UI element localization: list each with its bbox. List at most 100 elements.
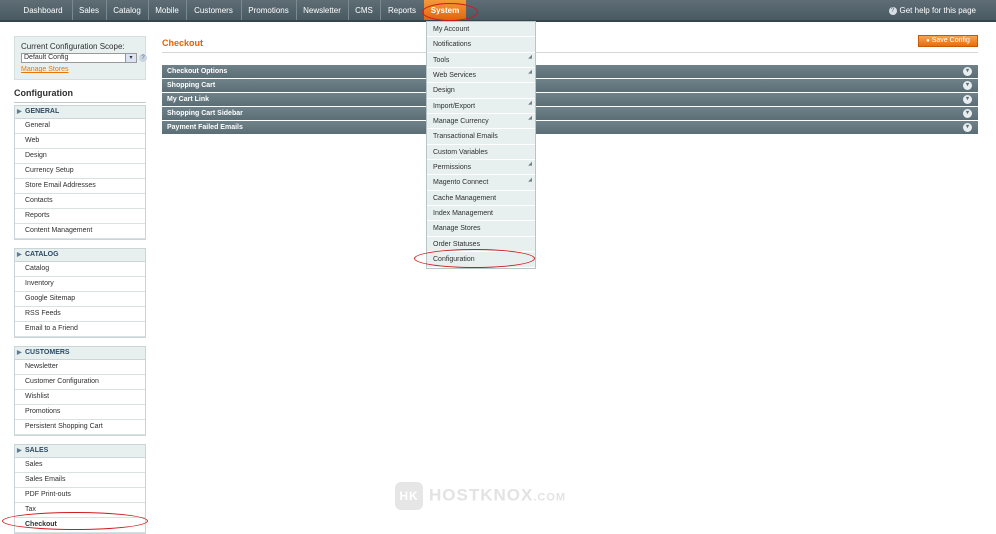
sidebar-title: Configuration (14, 88, 73, 98)
menu-item-my-account[interactable]: My Account (427, 22, 535, 38)
sidebar-item-persistent-shopping-cart[interactable]: Persistent Shopping Cart (15, 420, 145, 435)
section-header[interactable]: ▶ SALES (15, 445, 145, 458)
sidebar-item-contacts[interactable]: Contacts (15, 194, 145, 209)
sidebar-item-customer-configuration[interactable]: Customer Configuration (15, 375, 145, 390)
menu-item-label: Web Services (433, 72, 477, 80)
nav-cms[interactable]: CMS (348, 0, 381, 20)
divider (162, 52, 978, 53)
menu-item-permissions[interactable]: Permissions ◢ (427, 160, 535, 176)
scope-select[interactable]: Default Config ▾ (21, 53, 137, 63)
sidebar-item-web[interactable]: Web (15, 134, 145, 149)
nav-catalog[interactable]: Catalog (106, 0, 149, 20)
menu-item-index-management[interactable]: Index Management (427, 206, 535, 222)
nav-reports[interactable]: Reports (380, 0, 425, 20)
triangle-right-icon: ▶ (17, 448, 22, 454)
page-title: Checkout (162, 38, 204, 48)
menu-item-label: Custom Variables (433, 148, 488, 156)
menu-item-label: Manage Currency (433, 118, 489, 126)
nav-promotions[interactable]: Promotions (241, 0, 297, 20)
menu-item-magento-connect[interactable]: Magento Connect ◢ (427, 175, 535, 191)
info-icon[interactable]: ? (139, 54, 147, 62)
submenu-arrow-icon: ◢ (528, 115, 532, 122)
fieldset-checkout-options[interactable]: Checkout Options ▾ (162, 65, 978, 79)
menu-item-label: Notifications (433, 41, 472, 49)
sidebar-item-content-management[interactable]: Content Management (15, 224, 145, 239)
fieldset-shopping-cart[interactable]: Shopping Cart ▾ (162, 79, 978, 93)
submenu-arrow-icon: ◢ (528, 54, 532, 61)
section-header[interactable]: ▶ CATALOG (15, 249, 145, 262)
menu-item-label: Permissions (433, 164, 472, 172)
fieldset-my-cart-link[interactable]: My Cart Link ▾ (162, 93, 978, 107)
menu-item-label: Index Management (433, 210, 493, 218)
menu-item-label: Manage Stores (433, 225, 481, 233)
fieldset-title: Shopping Cart (167, 82, 216, 89)
menu-item-manage-currency[interactable]: Manage Currency ◢ (427, 114, 535, 130)
menu-item-cache-management[interactable]: Cache Management (427, 191, 535, 207)
menu-item-custom-variables[interactable]: Custom Variables (427, 145, 535, 161)
sidebar-item-newsletter[interactable]: Newsletter (15, 360, 145, 375)
sidebar-item-sales-emails[interactable]: Sales Emails (15, 473, 145, 488)
help-link[interactable]: ? Get help for this page (888, 0, 976, 22)
highlight-circle-system (422, 3, 478, 21)
sidebar-item-general[interactable]: General (15, 119, 145, 134)
section-header[interactable]: ▶ CUSTOMERS (15, 347, 145, 360)
triangle-right-icon: ▶ (17, 109, 22, 115)
highlight-circle-configuration (414, 249, 535, 268)
scope-switcher: Current Configuration Scope: Default Con… (14, 36, 147, 80)
chevron-down-icon: ▾ (125, 54, 136, 62)
fieldset-title: Payment Failed Emails (167, 124, 243, 131)
menu-item-design[interactable]: Design (427, 83, 535, 99)
watermark-text: HOSTKNOX (429, 485, 534, 505)
system-dropdown-menu: My Account Notifications Tools ◢ Web Serv… (426, 21, 536, 269)
section-title: CUSTOMERS (25, 349, 70, 356)
sidebar-item-store-email-addresses[interactable]: Store Email Addresses (15, 179, 145, 194)
menu-item-tools[interactable]: Tools ◢ (427, 53, 535, 69)
sidebar-section-general: ▶ GENERAL General Web Design Currency Set… (14, 105, 146, 240)
save-config-button[interactable]: ● Save Config (918, 35, 978, 47)
sidebar-item-sales[interactable]: Sales (15, 458, 145, 473)
section-title: GENERAL (25, 108, 60, 115)
manage-stores-link[interactable]: Manage Stores (21, 66, 68, 73)
scope-select-value: Default Config (24, 54, 69, 61)
sidebar-item-inventory[interactable]: Inventory (15, 277, 145, 292)
triangle-right-icon: ▶ (17, 252, 22, 258)
menu-item-label: Cache Management (433, 194, 497, 202)
fieldset-title: Shopping Cart Sidebar (167, 110, 243, 117)
chevron-down-icon: ▾ (963, 109, 972, 118)
watermark-logo: HK HOSTKNOX.COM (395, 482, 566, 510)
fieldset-payment-failed-emails[interactable]: Payment Failed Emails ▾ (162, 121, 978, 135)
nav-mobile[interactable]: Mobile (148, 0, 187, 20)
menu-item-label: My Account (433, 26, 470, 33)
chevron-down-icon: ▾ (963, 81, 972, 90)
sidebar-item-pdf-print-outs[interactable]: PDF Print-outs (15, 488, 145, 503)
menu-item-label: Magento Connect (433, 179, 489, 187)
sidebar-item-promotions[interactable]: Promotions (15, 405, 145, 420)
section-header[interactable]: ▶ GENERAL (15, 106, 145, 119)
submenu-arrow-icon: ◢ (528, 176, 532, 183)
sidebar-item-reports[interactable]: Reports (15, 209, 145, 224)
nav-sales[interactable]: Sales (72, 0, 107, 20)
nav-dashboard[interactable]: Dashboard (14, 0, 73, 20)
fieldset-title: My Cart Link (167, 96, 210, 103)
sidebar-item-google-sitemap[interactable]: Google Sitemap (15, 292, 145, 307)
menu-item-manage-stores[interactable]: Manage Stores (427, 221, 535, 237)
menu-item-label: Import/Export (433, 102, 476, 110)
submenu-arrow-icon: ◢ (528, 161, 532, 168)
sidebar-item-currency-setup[interactable]: Currency Setup (15, 164, 145, 179)
menu-item-notifications[interactable]: Notifications (427, 37, 535, 53)
sidebar-item-design[interactable]: Design (15, 149, 145, 164)
menu-item-import-export[interactable]: Import/Export ◢ (427, 99, 535, 115)
sidebar-item-email-to-a-friend[interactable]: Email to a Friend (15, 322, 145, 337)
nav-newsletter[interactable]: Newsletter (296, 0, 349, 20)
menu-item-transactional-emails[interactable]: Transactional Emails (427, 129, 535, 145)
sidebar-item-rss-feeds[interactable]: RSS Feeds (15, 307, 145, 322)
fieldset-shopping-cart-sidebar[interactable]: Shopping Cart Sidebar ▾ (162, 107, 978, 121)
nav-customers[interactable]: Customers (186, 0, 242, 20)
sidebar-section-customers: ▶ CUSTOMERS Newsletter Customer Configura… (14, 346, 146, 436)
sidebar-item-catalog[interactable]: Catalog (15, 262, 145, 277)
sidebar-item-wishlist[interactable]: Wishlist (15, 390, 145, 405)
menu-item-web-services[interactable]: Web Services ◢ (427, 68, 535, 84)
shield-logo-icon: HK (395, 482, 423, 510)
help-icon: ? (888, 6, 897, 15)
menu-item-label: Design (433, 87, 455, 95)
